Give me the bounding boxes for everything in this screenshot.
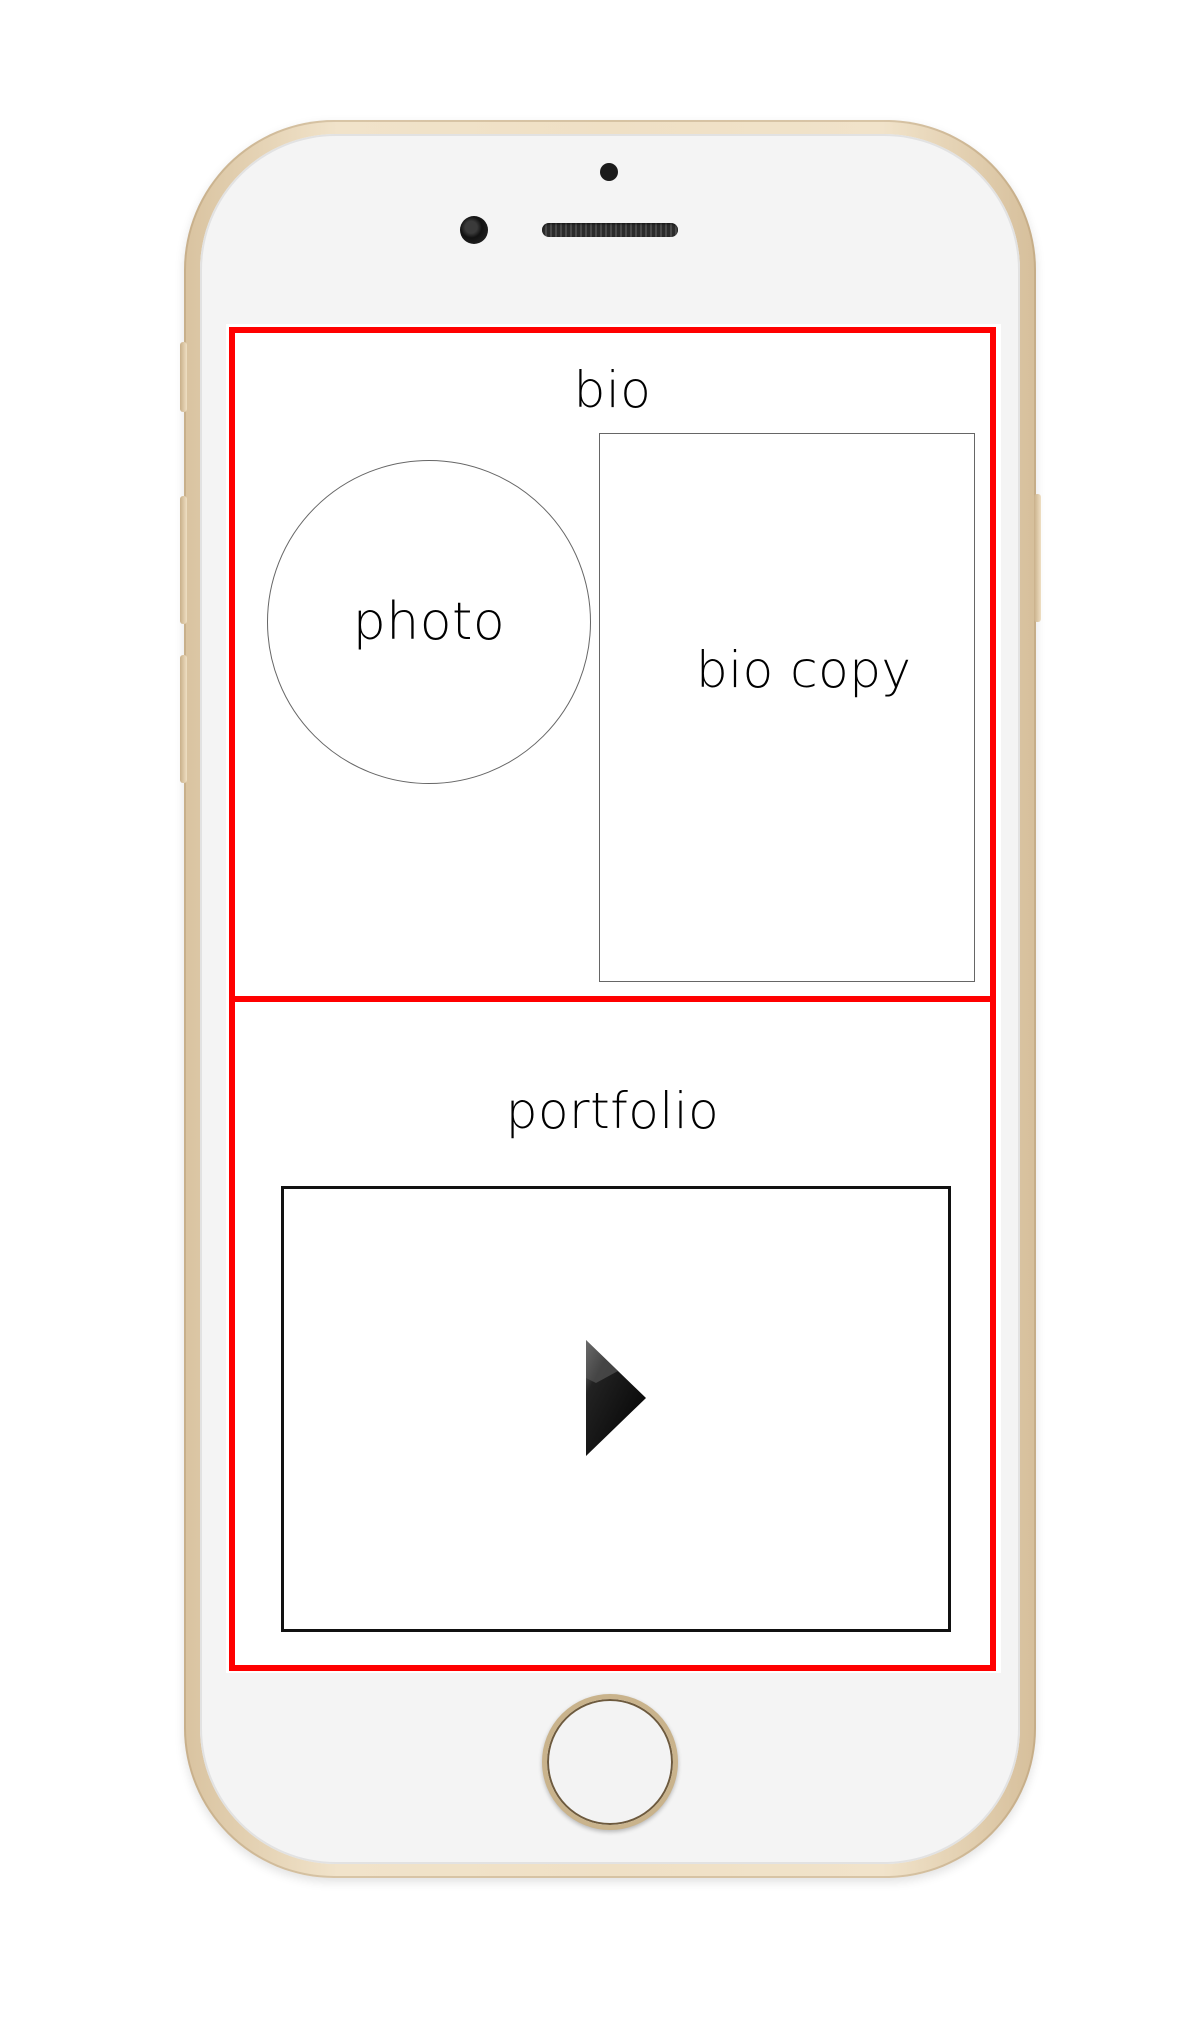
bio-title: bio (573, 361, 652, 419)
proximity-sensor (600, 163, 618, 181)
front-camera-icon (460, 216, 488, 244)
photo-placeholder[interactable]: photo (267, 460, 591, 784)
photo-label: photo (352, 592, 506, 652)
earpiece-speaker (542, 223, 678, 237)
portfolio-title: portfolio (505, 1082, 720, 1140)
play-icon[interactable] (586, 1340, 646, 1456)
portfolio-section: portfolio (229, 996, 996, 1671)
power-button (1034, 494, 1041, 622)
volume-down-button (180, 655, 187, 783)
portfolio-video-player[interactable] (281, 1186, 951, 1632)
bio-copy-box: bio copy (599, 433, 975, 982)
volume-up-button (180, 496, 187, 624)
mute-switch (180, 342, 187, 412)
phone-screen: bio photo bio copy portfolio (226, 324, 1001, 1673)
bio-copy-label: bio copy (696, 641, 912, 699)
home-button[interactable] (542, 1694, 678, 1830)
bio-section: bio photo bio copy (229, 327, 996, 1002)
